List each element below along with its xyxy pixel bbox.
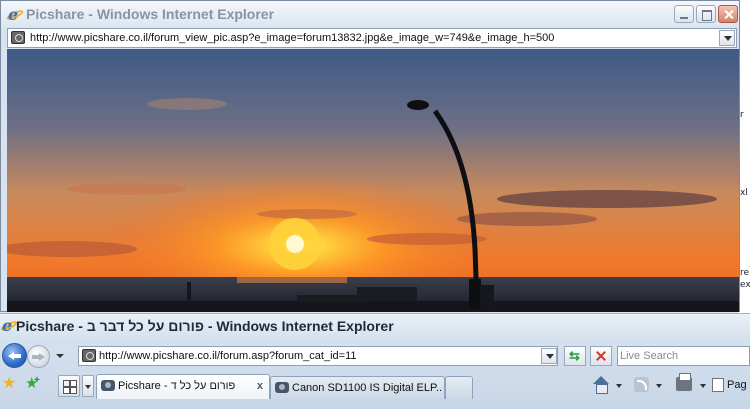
site-camera-icon <box>11 31 25 44</box>
add-favorites-icon[interactable]: ★ <box>25 373 40 392</box>
address-dropdown-button[interactable] <box>541 348 557 364</box>
background-text: re <box>740 268 750 278</box>
tab-list-dropdown-button[interactable] <box>82 375 94 397</box>
address-dropdown-button[interactable] <box>719 30 735 46</box>
tab-close-button[interactable]: x <box>257 380 263 392</box>
home-dropdown-icon[interactable] <box>616 384 622 388</box>
main-address-text: http://www.picshare.co.il/forum.asp?foru… <box>99 350 357 362</box>
tab-canon[interactable]: Canon SD1100 IS Digital ELP... <box>270 376 445 399</box>
recent-pages-dropdown-icon[interactable] <box>56 354 64 358</box>
background-text: r <box>740 110 744 120</box>
site-camera-icon <box>82 349 96 362</box>
stop-button[interactable] <box>590 346 612 366</box>
favorites-star-icon[interactable]: ★ <box>2 376 16 392</box>
popup-window-title: Picshare - Windows Internet Explorer <box>26 6 275 22</box>
feeds-dropdown-icon[interactable] <box>656 384 662 388</box>
back-button[interactable] <box>2 343 27 368</box>
desktop: r xl re ex e Picshare - Windows Internet… <box>0 0 750 409</box>
popup-address-bar[interactable]: http://www.picshare.co.il/forum_view_pic… <box>7 28 737 48</box>
main-titlebar[interactable]: e Picshare - פורום על כל דבר ב - Windows… <box>0 314 750 338</box>
tab-label: Picshare - פורום על כל ד <box>118 380 236 392</box>
main-window-title: Picshare - פורום על כל דבר ב - Windows I… <box>16 318 394 334</box>
tab-picshare[interactable]: Picshare - פורום על כל ד x <box>96 374 270 399</box>
print-icon[interactable] <box>676 373 692 391</box>
background-text: ex <box>740 280 750 290</box>
refresh-button[interactable]: ⇆ <box>564 346 586 366</box>
main-window: e Picshare - פורום על כל דבר ב - Windows… <box>0 313 750 409</box>
page-icon <box>712 378 724 392</box>
popup-window: e Picshare - Windows Internet Explorer h… <box>0 0 740 312</box>
ie-logo-icon: e <box>0 316 19 335</box>
popup-titlebar[interactable]: e Picshare - Windows Internet Explorer <box>1 1 739 28</box>
refresh-icon: ⇆ <box>569 348 580 363</box>
page-menu-label: Pag <box>727 379 747 391</box>
page-menu-button[interactable]: Pag <box>712 375 750 395</box>
live-search-box[interactable] <box>617 346 750 366</box>
forward-button[interactable] <box>27 345 50 368</box>
minimize-button[interactable] <box>674 5 694 23</box>
main-address-bar[interactable]: http://www.picshare.co.il/forum.asp?foru… <box>78 346 558 366</box>
sunset-photo <box>7 49 739 312</box>
tab-label: Canon SD1100 IS Digital ELP... <box>292 382 442 394</box>
maximize-button[interactable] <box>696 5 716 23</box>
new-tab-button[interactable] <box>445 376 473 399</box>
search-input[interactable] <box>620 349 748 363</box>
camera-icon <box>101 380 115 391</box>
quick-tabs-button[interactable] <box>58 375 80 397</box>
close-button[interactable] <box>718 5 738 23</box>
background-text: xl <box>740 188 748 198</box>
camera-icon <box>275 382 289 393</box>
feeds-icon[interactable] <box>634 377 649 392</box>
home-icon[interactable] <box>592 376 610 394</box>
popup-address-text: http://www.picshare.co.il/forum_view_pic… <box>30 32 555 44</box>
print-dropdown-icon[interactable] <box>700 384 706 388</box>
ie-logo-icon: e <box>5 5 25 24</box>
